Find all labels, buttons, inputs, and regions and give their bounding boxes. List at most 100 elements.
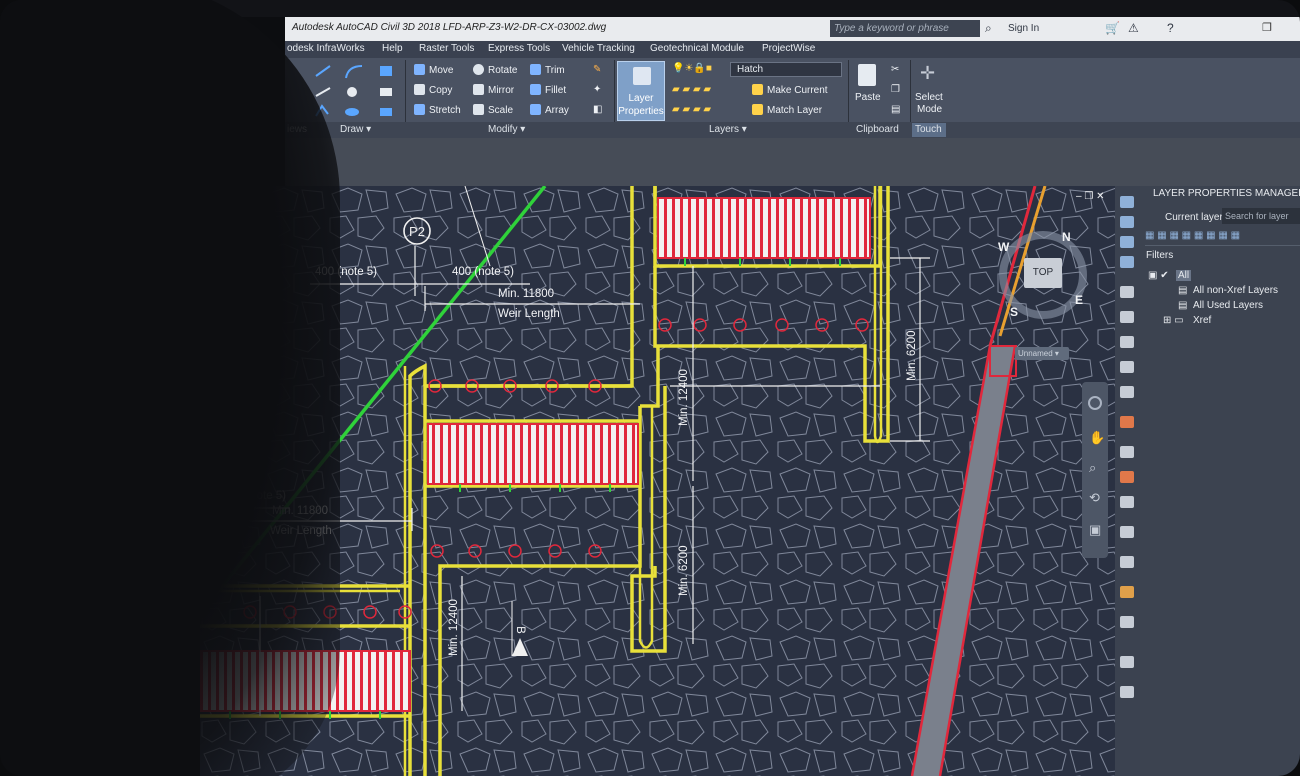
tool-icon[interactable] (1120, 526, 1134, 538)
tool-icon[interactable] (1120, 286, 1134, 298)
panel-label-touch[interactable]: Touch (915, 124, 942, 135)
tool-icon[interactable] (1120, 616, 1134, 628)
stretch-button[interactable]: Stretch (414, 104, 461, 116)
lpm-toolbar-icons[interactable]: ▦ ▦ ▦ ▦ ▦ ▦ ▦ ▦ (1145, 230, 1240, 241)
panel-label-views[interactable]: iews (287, 124, 307, 135)
layer-state-icons[interactable]: 💡☀🔒■ (672, 63, 712, 74)
tool-icon[interactable] (1120, 656, 1134, 668)
panel-label-draw[interactable]: Draw ▾ (340, 124, 371, 135)
cut-icon[interactable]: ✂ (891, 64, 899, 75)
filter-all-used[interactable]: All Used Layers (1193, 300, 1263, 311)
trim-button[interactable]: Trim (530, 64, 565, 76)
menu-infraworks[interactable]: odesk InfraWorks (287, 43, 365, 54)
tool-icon[interactable] (1120, 361, 1134, 373)
explode-icon[interactable]: ✦ (593, 84, 601, 95)
viewport-controls-icon[interactable]: – ❐ ✕ (1076, 191, 1104, 202)
erase-icon[interactable]: ✎ (593, 64, 601, 75)
select-mode-label[interactable]: Select (915, 92, 943, 103)
scale-button[interactable]: Scale (473, 104, 513, 116)
panel-label-modify[interactable]: Modify ▾ (488, 124, 525, 135)
tool-icon[interactable] (1120, 471, 1134, 483)
viewcube-top[interactable]: TOP (1024, 258, 1062, 288)
panel-label-layers[interactable]: Layers ▾ (709, 124, 747, 135)
tool-icon[interactable] (1120, 236, 1134, 248)
ribbon-panel-labels (285, 122, 1300, 138)
layer-dropdown[interactable]: Hatch (730, 62, 842, 77)
menu-geotechnical[interactable]: Geotechnical Module (650, 43, 744, 54)
select-mode-label-2[interactable]: Mode (917, 104, 942, 115)
layer-tools-icons[interactable]: ▰ ▰ ▰ ▰ (672, 84, 711, 95)
tool-icon[interactable] (1120, 556, 1134, 568)
layer-search-input[interactable]: Search for layer (1222, 208, 1300, 224)
steering-wheel-icon[interactable] (1088, 396, 1102, 410)
match-prop-icon[interactable]: ▤ (891, 104, 900, 115)
compass-south[interactable]: S (1010, 305, 1018, 319)
tool-icon[interactable] (1120, 586, 1134, 598)
compass-north[interactable]: N (1062, 230, 1071, 244)
menu-express-tools[interactable]: Express Tools (488, 43, 550, 54)
help-search-input[interactable]: Type a keyword or phrase (830, 20, 980, 37)
compass-east[interactable]: E (1075, 293, 1083, 307)
offset-icon[interactable]: ◧ (593, 104, 602, 115)
filter-used-icon: ▤ (1178, 300, 1188, 311)
drawing-canvas[interactable]: P2 400 (note 5) 400 (note 5) Min. 11800 … (200, 186, 1115, 776)
fillet-icon (530, 84, 541, 95)
tool-icon[interactable] (1120, 386, 1134, 398)
pan-icon[interactable]: ✋ (1089, 430, 1105, 446)
tool-icon[interactable] (1120, 496, 1134, 508)
help-icon[interactable]: ? (1167, 20, 1174, 37)
make-current-button[interactable]: Make Current (752, 84, 828, 96)
tool-icon[interactable] (1120, 256, 1134, 268)
draw-tools-icons[interactable] (310, 60, 402, 120)
tool-icon[interactable] (1120, 416, 1134, 428)
tool-icon[interactable] (1120, 196, 1134, 208)
tool-palette-strip[interactable] (1115, 186, 1140, 776)
lpm-title: LAYER PROPERTIES MANAGER (1153, 188, 1300, 199)
menu-help[interactable]: Help (382, 43, 403, 54)
lpm-divider (1145, 245, 1300, 246)
filter-all[interactable]: All (1176, 270, 1192, 281)
dim-400-note5-c: 400 (note 5) (224, 490, 287, 502)
copy-clip-icon[interactable]: ❐ (891, 84, 900, 95)
menu-projectwise[interactable]: ProjectWise (762, 43, 815, 54)
paste-button[interactable]: Paste (855, 92, 881, 103)
array-button[interactable]: Array (530, 104, 569, 116)
filter-tree-toggle[interactable]: ▣ ✔ (1148, 270, 1169, 281)
layer-tools-icons-2[interactable]: ▰ ▰ ▰ ▰ (672, 104, 711, 115)
sign-in-button[interactable]: Sign In (1008, 23, 1039, 34)
panel-label-clipboard[interactable]: Clipboard (856, 124, 899, 135)
dim-400-note5-b: 400 (note 5) (452, 266, 515, 278)
tool-icon[interactable] (1120, 216, 1134, 228)
match-layer-icon (752, 104, 763, 115)
tool-icon[interactable] (1120, 686, 1134, 698)
dim-400-note5-a: 400 (note 5) (315, 266, 378, 278)
mirror-button[interactable]: Mirror (473, 84, 514, 96)
match-layer-button[interactable]: Match Layer (752, 104, 822, 116)
binoculars-icon[interactable]: ⌕ (985, 20, 992, 37)
filter-xref[interactable]: Xref (1193, 315, 1211, 326)
fillet-button[interactable]: Fillet (530, 84, 566, 96)
tool-icon[interactable] (1120, 336, 1134, 348)
tool-icon[interactable] (1120, 311, 1134, 323)
menu-raster-tools[interactable]: Raster Tools (419, 43, 474, 54)
restore-window-button[interactable]: ❐ (1262, 21, 1272, 34)
ucs-dropdown[interactable]: Unnamed ▾ (1015, 347, 1069, 360)
zoom-icon[interactable]: ⌕ (1089, 460, 1096, 476)
layer-properties-button[interactable]: Layer Properties (617, 61, 665, 121)
navigation-bar[interactable]: ✋ ⌕ ⟲ ▣ (1082, 382, 1108, 558)
compass-west[interactable]: W (998, 240, 1009, 254)
tool-icon[interactable] (1120, 446, 1134, 458)
showmotion-icon[interactable]: ▣ (1089, 522, 1101, 538)
file-tab-bar (285, 138, 1300, 186)
copy-button[interactable]: Copy (414, 84, 452, 96)
dim-min-12400-b: Min. 12400 (448, 599, 460, 656)
exchange-icon[interactable]: ⚠ (1128, 20, 1139, 37)
menu-vehicle-tracking[interactable]: Vehicle Tracking (562, 43, 635, 54)
paste-icon[interactable] (858, 64, 876, 86)
select-mode-icon[interactable]: ✛ (920, 63, 935, 84)
move-button[interactable]: Move (414, 64, 453, 76)
orbit-icon[interactable]: ⟲ (1089, 490, 1100, 506)
rotate-button[interactable]: Rotate (473, 64, 517, 76)
cart-icon[interactable]: 🛒 (1105, 20, 1120, 37)
filter-all-non-xref[interactable]: All non-Xref Layers (1193, 285, 1278, 296)
